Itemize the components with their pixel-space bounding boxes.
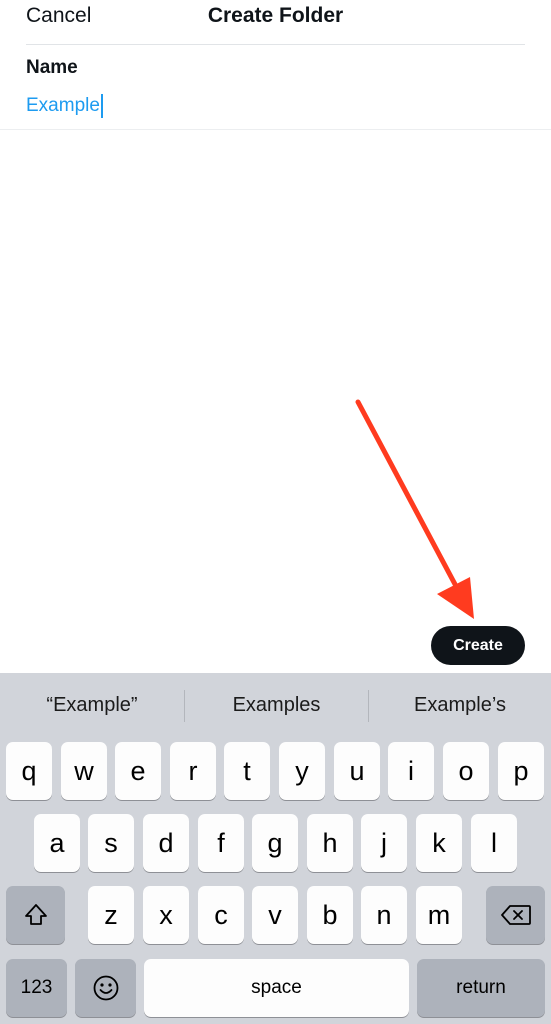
return-key[interactable]: return [417,959,545,1017]
page-title: Create Folder [207,4,344,27]
key-o[interactable]: o [443,742,489,800]
key-i[interactable]: i [388,742,434,800]
key-y[interactable]: y [279,742,325,800]
header-divider [26,44,525,45]
key-l[interactable]: l [471,814,517,872]
key-k[interactable]: k [416,814,462,872]
key-e[interactable]: e [115,742,161,800]
key-u[interactable]: u [334,742,380,800]
backspace-icon [500,905,531,925]
key-c[interactable]: c [198,886,244,944]
suggestion-2[interactable]: Examples [185,673,368,738]
header: Cancel Create Folder [0,0,551,44]
key-b[interactable]: b [307,886,353,944]
backspace-key[interactable] [486,886,545,944]
key-d[interactable]: d [143,814,189,872]
key-s[interactable]: s [88,814,134,872]
suggestion-1[interactable]: “Example” [0,673,184,738]
key-g[interactable]: g [252,814,298,872]
key-n[interactable]: n [361,886,407,944]
create-button[interactable]: Create [431,626,525,665]
key-a[interactable]: a [34,814,80,872]
key-r[interactable]: r [170,742,216,800]
key-q[interactable]: q [6,742,52,800]
key-h[interactable]: h [307,814,353,872]
emoji-key[interactable] [75,959,136,1017]
numbers-key[interactable]: 123 [6,959,67,1017]
key-x[interactable]: x [143,886,189,944]
keyboard: “Example” Examples Example’s q w e r t y… [0,673,551,1024]
name-label: Name [26,57,78,78]
space-key[interactable]: space [144,959,409,1017]
key-w[interactable]: w [61,742,107,800]
key-p[interactable]: p [498,742,544,800]
key-j[interactable]: j [361,814,407,872]
name-input[interactable]: Example [26,92,525,120]
key-t[interactable]: t [224,742,270,800]
emoji-icon [93,975,118,1001]
shift-icon [24,904,47,925]
text-caret [100,94,103,118]
key-f[interactable]: f [198,814,244,872]
field-divider [0,129,551,130]
suggestion-bar: “Example” Examples Example’s [0,673,551,738]
suggestion-3[interactable]: Example’s [369,673,551,738]
key-z[interactable]: z [88,886,134,944]
name-input-value: Example [26,95,100,116]
key-v[interactable]: v [252,886,298,944]
key-m[interactable]: m [416,886,462,944]
shift-key[interactable] [6,886,65,944]
